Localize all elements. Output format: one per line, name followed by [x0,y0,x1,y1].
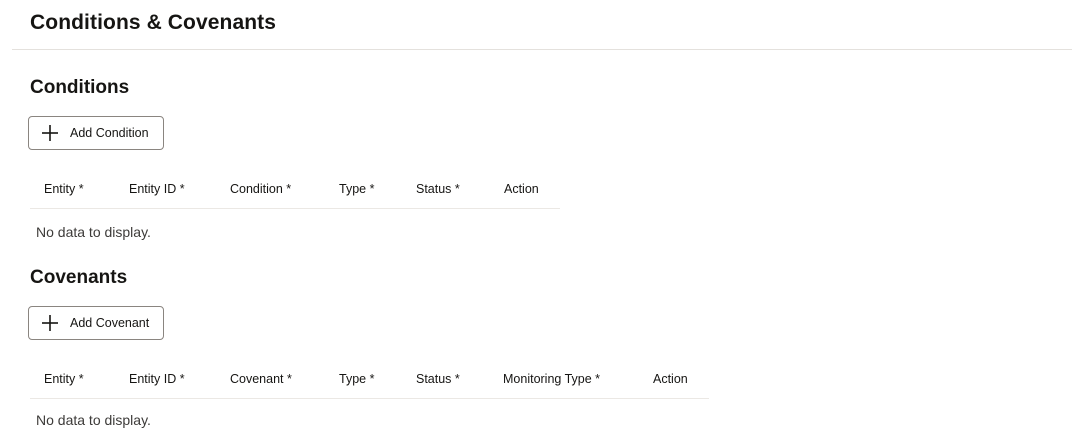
column-header-condition[interactable]: Condition * [216,182,325,196]
column-header-action: Action [653,371,688,386]
column-header-entity-id[interactable]: Entity ID * [115,182,216,196]
conditions-table-header: Entity * Entity ID * Condition * Type * … [30,169,560,209]
title-divider [12,49,1072,50]
column-header-entity-id[interactable]: Entity ID * [115,372,216,386]
column-header-covenant[interactable]: Covenant * [216,372,325,386]
conditions-section-title: Conditions [30,77,130,98]
add-covenant-button[interactable]: Add Covenant [28,306,165,340]
column-header-status[interactable]: Status * [402,372,489,386]
add-condition-button[interactable]: Add Condition [28,116,164,150]
column-header-action: Action [504,181,539,196]
column-header-type[interactable]: Type * [325,182,402,196]
column-header-type[interactable]: Type * [325,372,402,386]
covenants-table-header: Entity * Entity ID * Covenant * Type * S… [30,359,709,399]
conditions-table: Entity * Entity ID * Condition * Type * … [30,169,560,209]
covenants-table: Entity * Entity ID * Covenant * Type * S… [30,359,709,399]
conditions-empty-text: No data to display. [36,224,151,240]
column-header-status[interactable]: Status * [402,182,490,196]
plus-icon [41,124,59,142]
plus-icon [41,314,59,332]
add-condition-label: Add Condition [70,126,149,140]
column-header-monitoring-type[interactable]: Monitoring Type * [489,372,639,386]
page-title: Conditions & Covenants [30,11,277,34]
covenants-section-title: Covenants [30,267,128,288]
add-covenant-label: Add Covenant [70,316,150,330]
column-header-entity[interactable]: Entity * [30,182,115,196]
column-header-entity[interactable]: Entity * [30,372,115,386]
